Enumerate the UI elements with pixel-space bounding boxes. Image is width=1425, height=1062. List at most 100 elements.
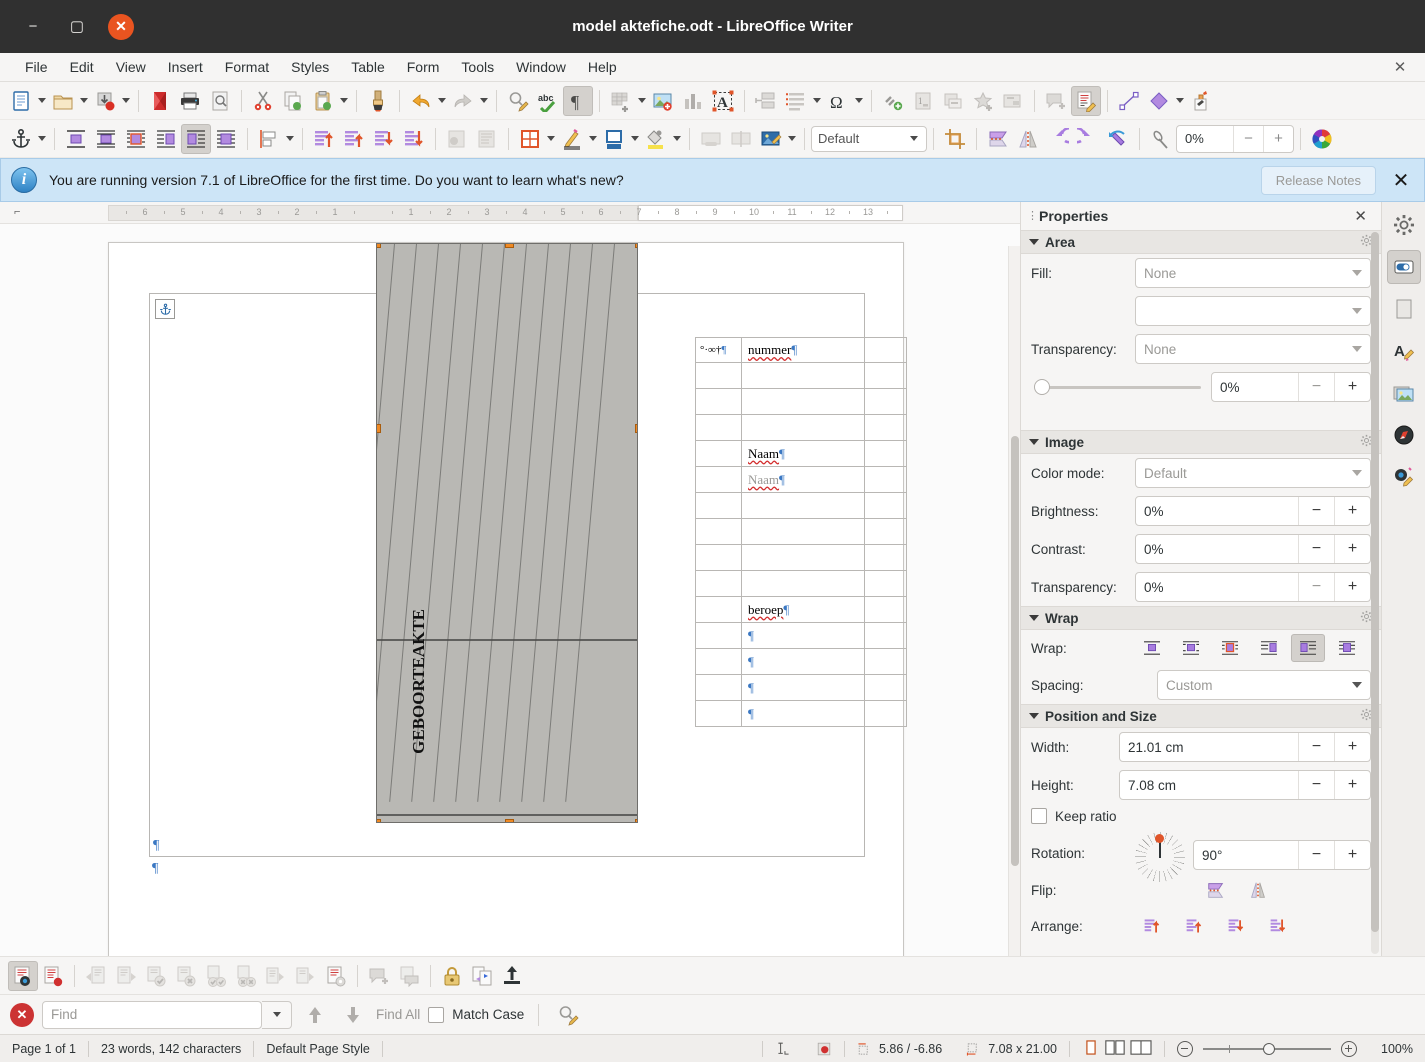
menu-help[interactable]: Help [577,55,628,79]
table-cell[interactable]: nummer ¶ [742,342,906,358]
send-to-back-icon[interactable] [399,124,429,154]
table-row[interactable] [695,493,907,519]
next-track-change-icon[interactable] [111,961,141,991]
table-row[interactable]: Naam ¶ [695,467,907,493]
area-style-dropdown-icon[interactable] [908,124,920,154]
wrap-right-icon[interactable] [181,123,211,154]
book-view-icon[interactable] [1130,1039,1152,1058]
chevron-down-icon[interactable] [1029,615,1039,621]
undo-icon[interactable] [406,86,436,116]
print-preview-icon[interactable] [205,86,235,116]
wrap-optimal-icon[interactable] [121,124,151,154]
table-cell[interactable]: ¶ [742,706,906,722]
table-cell[interactable] [696,519,742,544]
width-spinner[interactable]: 21.01 cm − + [1119,732,1371,762]
table-row[interactable]: °·∞† ¶ nummer ¶ [695,337,907,363]
protect-changes-icon[interactable] [437,961,467,991]
cut-icon[interactable] [248,86,278,116]
transparency-icon[interactable] [1146,124,1176,154]
insert-endnote-icon[interactable] [938,86,968,116]
menu-styles[interactable]: Styles [280,55,340,79]
find-input[interactable]: Find [42,1000,262,1029]
table-cell[interactable] [696,415,742,440]
zoom-out-icon[interactable] [1177,1040,1194,1057]
sidebar-settings-icon[interactable] [1387,208,1421,242]
find-close-icon[interactable]: ✕ [10,1002,34,1027]
table-cell[interactable] [696,571,742,596]
flip-vertically-icon[interactable] [983,124,1013,154]
insert-special-character-dropdown[interactable] [853,86,865,116]
chevron-down-icon[interactable] [1029,439,1039,445]
cursor-position[interactable]: 5.86 / -6.86 [845,1035,954,1062]
flip-horizontally-icon[interactable] [1241,876,1275,904]
insert-bookmark-icon[interactable] [968,86,998,116]
scrollbar-thumb[interactable] [1371,232,1379,932]
horizontal-ruler[interactable]: ⌐ 6 5 4 3 2 1 1 2 3 4 5 6 7 8 9 10 11 12… [0,202,1020,224]
redo-dropdown[interactable] [478,86,490,116]
maximize-button[interactable]: ▢ [64,14,90,40]
find-previous-icon[interactable] [300,1000,330,1030]
rotation-dial[interactable] [1135,832,1185,882]
insert-text-box-icon[interactable]: A [708,86,738,116]
highlighting-color-icon[interactable] [641,124,671,154]
anchor-icon[interactable] [6,124,36,154]
transparency-value[interactable]: 0% [1177,131,1233,146]
minimize-button[interactable]: − [20,14,46,40]
keep-ratio-checkbox[interactable] [1031,808,1047,824]
decrease-button[interactable]: − [1298,535,1334,563]
wrap-through-button[interactable] [1330,634,1364,662]
sidebar-tab-styles[interactable]: A [1387,334,1421,368]
insert-special-character-icon[interactable]: Ω [823,86,853,116]
find-and-replace-icon[interactable] [503,86,533,116]
menu-file[interactable]: File [14,55,59,79]
rotate-icon[interactable] [1103,124,1133,154]
area-transparency-dropdown[interactable]: None [1135,334,1371,364]
single-page-view-icon[interactable] [1082,1039,1100,1058]
wrap-on-icon[interactable] [91,124,121,154]
resize-handle-bottom[interactable] [505,819,514,822]
section-header-wrap[interactable]: Wrap [1021,606,1381,630]
open-document-dropdown[interactable] [78,86,90,116]
chevron-down-icon[interactable] [1029,239,1039,245]
rotate-right-icon[interactable] [1073,124,1103,154]
table-cell[interactable] [696,649,742,674]
document-canvas[interactable]: °·∞† ¶ nummer ¶ Naam ¶ Naam ¶ beroep ¶ ¶… [0,224,1020,956]
formatting-marks-icon[interactable]: ¶ [563,85,593,116]
reject-track-change-icon[interactable] [171,961,201,991]
insert-field-dropdown[interactable] [811,86,823,116]
increase-button[interactable]: + [1334,535,1370,563]
track-changes-icon[interactable] [1071,85,1101,116]
document-table[interactable]: °·∞† ¶ nummer ¶ Naam ¶ Naam ¶ beroep ¶ ¶… [695,337,907,727]
word-count[interactable]: 23 words, 142 characters [89,1035,253,1062]
wrap-through-icon[interactable] [211,124,241,154]
sidebar-tab-manage-changes[interactable] [1387,460,1421,494]
bring-forward-icon[interactable] [339,124,369,154]
contrast-spinner[interactable]: 0% − + [1135,534,1371,564]
close-document-button[interactable]: ✕ [1391,58,1409,76]
table-cell[interactable]: Naam ¶ [742,472,906,488]
sidebar-scrollbar[interactable] [1371,232,1379,954]
change-anchor-icon[interactable] [442,124,472,154]
table-row[interactable] [695,519,907,545]
increase-button[interactable]: + [1334,771,1370,799]
basic-shapes-icon[interactable] [1144,86,1174,116]
flip-vertically-icon[interactable] [1199,876,1233,904]
reject-all-track-changes-icon[interactable] [231,961,261,991]
decrease-button[interactable]: − [1298,841,1334,869]
resize-handle-top-right[interactable] [635,244,637,248]
bring-forward-icon[interactable] [1177,912,1211,940]
insert-comment-icon[interactable] [364,961,394,991]
language[interactable] [383,1035,513,1062]
insert-comment-on-change-icon[interactable] [394,961,424,991]
basic-shapes-dropdown[interactable] [1174,86,1186,116]
insert-line-icon[interactable] [1114,86,1144,116]
unlink-frames-icon[interactable] [726,124,756,154]
align-dropdown[interactable] [284,124,296,154]
table-cell[interactable] [696,545,742,570]
resize-handle-top[interactable] [505,244,514,248]
area-transparency-percent[interactable]: 0% [1212,380,1298,395]
table-cell[interactable] [696,389,742,414]
increase-button[interactable]: + [1334,573,1370,601]
print-icon[interactable] [175,86,205,116]
show-draw-functions-icon[interactable] [1186,86,1216,116]
